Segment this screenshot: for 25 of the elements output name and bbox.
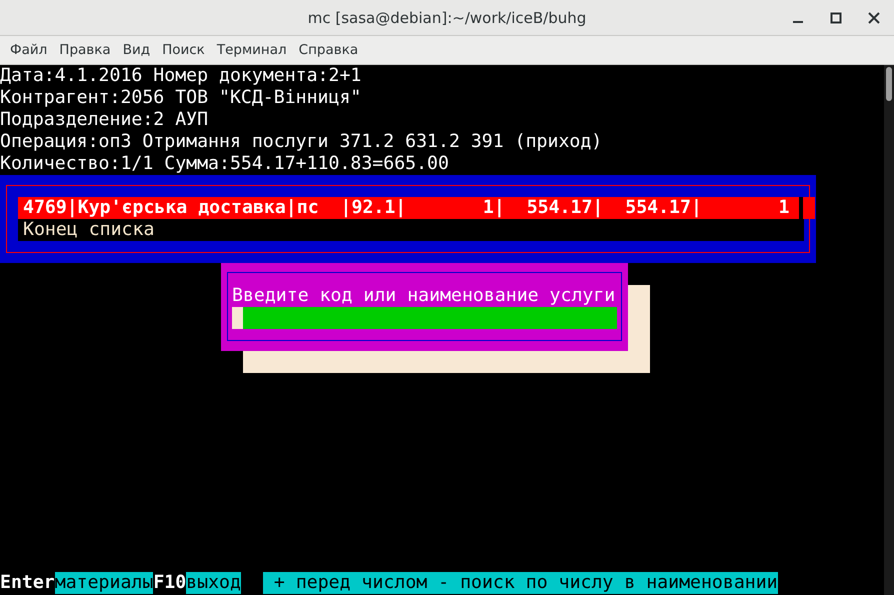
key-hint: F10 [153,572,186,594]
hint-label: выход [186,572,241,594]
close-icon[interactable] [868,12,880,24]
menu-item[interactable]: Поиск [156,42,211,58]
menu-item[interactable]: Справка [292,42,364,58]
menu-item[interactable]: Вид [116,42,156,58]
scrollbar[interactable] [884,65,894,595]
header-line: Контрагент:2056 ТОВ "КСД-Вінниця" [0,87,362,109]
maximize-icon[interactable] [830,12,842,24]
header-line: Дата:4.1.2016 Номер документа:2+1 [0,65,362,87]
header-line: Подразделение:2 АУП [0,109,208,131]
window-title: mc [sasa@debian]:~/work/iceB/buhg [308,8,586,26]
list-row[interactable]: 4769|Кур'єрська доставка|пс |92.1| 1| 554.17| 554.17| 1 [18,197,799,219]
hint-label: материалы [54,572,154,594]
menu-item[interactable]: Правка [53,42,117,58]
input-field[interactable] [232,307,617,329]
scrollbar-thumb[interactable] [886,67,892,101]
header-line: Количество:1/1 Сумма:554.17+110.83=665.00 [0,153,449,175]
header-line: Операция:оп3 Отримання послуги 371.2 631.2 391 (приход) [0,131,602,153]
menu-item[interactable]: Файл [4,42,54,58]
key-hint: Enter [0,572,55,594]
menu-item[interactable]: Терминал [210,42,293,58]
hint-text: + перед числом - поиск по числу в наименовании [262,572,778,594]
list-end-label: Конец списка [18,219,804,241]
dialog-prompt: Введите код или наименование услуги [232,285,616,307]
